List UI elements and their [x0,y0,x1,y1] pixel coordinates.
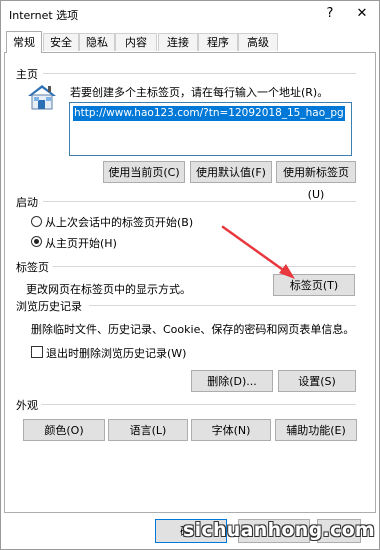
annotation-arrow [221,225,295,279]
arrow-head [279,264,295,279]
watermark-text: sichuanhong.com [183,519,376,541]
internet-options-dialog: Internet 选项 ? ✕ 常规 安全 隐私 内容 连接 程序 高级 主页 … [0,0,380,550]
arrow-shaft [221,225,288,274]
